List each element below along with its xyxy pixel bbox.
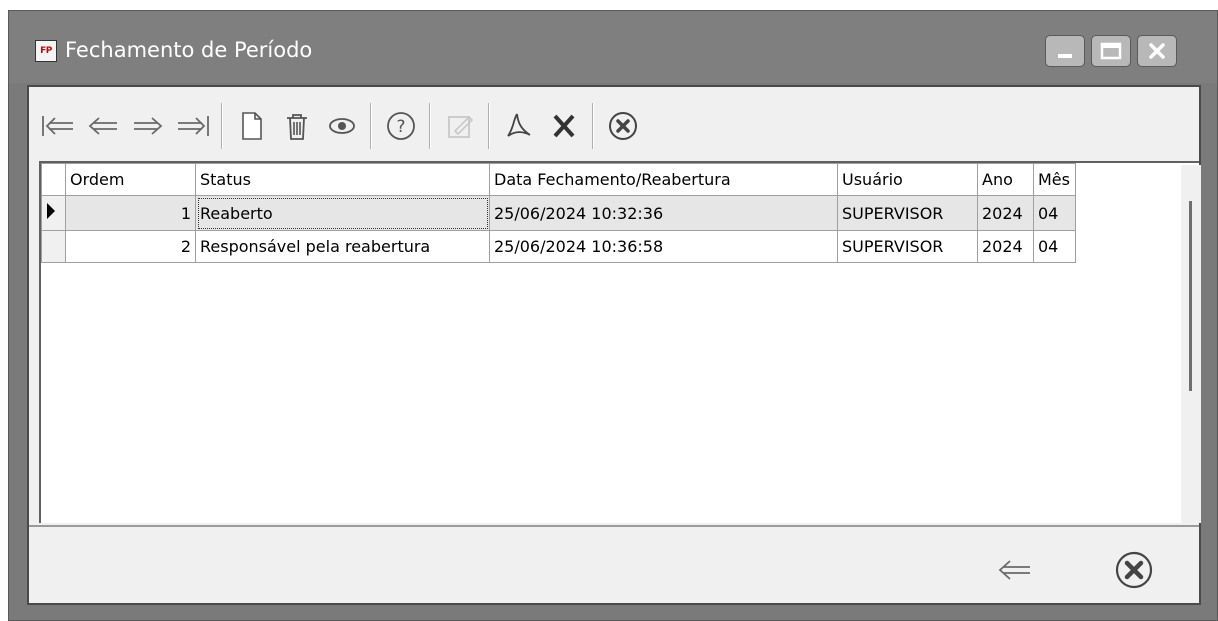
previous-icon xyxy=(88,117,117,135)
window: FP Fechamento de Período ? Ordem Status … xyxy=(8,10,1218,621)
pdf-icon xyxy=(506,113,531,137)
cell-mes[interactable]: 04 xyxy=(1033,195,1076,231)
last-icon xyxy=(177,116,209,136)
cell-data[interactable]: 25/06/2024 10:36:58 xyxy=(489,230,838,263)
records-table: Ordem Status Data Fechamento/Reabertura … xyxy=(41,163,1076,263)
footer-divider xyxy=(29,525,1199,527)
excel-export-button[interactable] xyxy=(541,97,586,155)
previous-record-button[interactable] xyxy=(80,97,125,155)
header-usuario[interactable]: Usuário xyxy=(837,163,978,196)
view-button[interactable] xyxy=(319,97,364,155)
next-record-button[interactable] xyxy=(125,97,170,155)
pdf-export-button[interactable] xyxy=(496,97,541,155)
delete-button[interactable] xyxy=(274,97,319,155)
close-circle-icon xyxy=(608,112,637,140)
title-bar[interactable]: FP Fechamento de Período xyxy=(9,11,1217,83)
maximize-button[interactable] xyxy=(1091,35,1131,67)
cell-ano[interactable]: 2024 xyxy=(977,195,1034,231)
cell-ordem[interactable]: 1 xyxy=(65,195,196,231)
row-indicator xyxy=(41,195,66,231)
minimize-icon xyxy=(1058,54,1072,58)
header-status[interactable]: Status xyxy=(195,163,490,196)
close-circle-icon xyxy=(1115,551,1153,589)
header-ano[interactable]: Ano xyxy=(977,163,1034,196)
table-row[interactable]: 1 Reaberto 25/06/2024 10:32:36 SUPERVISO… xyxy=(41,195,1076,231)
cell-usuario[interactable]: SUPERVISOR xyxy=(837,230,978,263)
delete-icon xyxy=(286,114,307,140)
cell-usuario[interactable]: SUPERVISOR xyxy=(837,195,978,231)
vertical-scrollbar[interactable] xyxy=(1181,165,1201,523)
cell-status[interactable]: Responsável pela reabertura xyxy=(195,230,490,263)
new-document-icon xyxy=(241,112,262,140)
first-icon xyxy=(41,116,73,136)
help-button[interactable]: ? xyxy=(378,97,423,155)
close-button[interactable] xyxy=(1137,35,1177,67)
last-record-button[interactable] xyxy=(170,97,215,155)
toolbar-separator xyxy=(221,103,223,149)
table-header-row: Ordem Status Data Fechamento/Reabertura … xyxy=(41,163,1076,196)
table-row[interactable]: 2 Responsável pela reabertura 25/06/2024… xyxy=(41,230,1076,263)
data-grid[interactable]: Ordem Status Data Fechamento/Reabertura … xyxy=(39,161,1201,523)
toolbar-separator xyxy=(370,103,372,149)
exit-button[interactable] xyxy=(1109,547,1159,593)
indicator-header xyxy=(41,163,66,196)
svg-text:?: ? xyxy=(396,117,405,137)
edit-icon xyxy=(447,115,473,138)
first-record-button[interactable] xyxy=(35,97,80,155)
header-data[interactable]: Data Fechamento/Reabertura xyxy=(489,163,838,196)
client-area: ? Ordem Status Data Fechamento/Reabertur… xyxy=(27,85,1201,605)
view-icon xyxy=(328,118,355,134)
help-icon: ? xyxy=(386,112,415,140)
back-button[interactable] xyxy=(989,547,1039,593)
cell-data[interactable]: 25/06/2024 10:32:36 xyxy=(489,195,838,231)
edit-button[interactable] xyxy=(437,97,482,155)
close-icon xyxy=(1149,43,1165,59)
scrollbar-thumb[interactable] xyxy=(1189,201,1192,391)
excel-icon xyxy=(553,114,574,138)
window-title: Fechamento de Período xyxy=(65,38,313,62)
toolbar-separator xyxy=(592,103,594,149)
header-ordem[interactable]: Ordem xyxy=(65,163,196,196)
header-mes[interactable]: Mês xyxy=(1033,163,1076,196)
row-indicator xyxy=(41,230,66,263)
cell-status[interactable]: Reaberto xyxy=(195,195,490,231)
toolbar-separator xyxy=(488,103,490,149)
new-button[interactable] xyxy=(229,97,274,155)
maximize-icon xyxy=(1100,42,1122,60)
back-arrow-icon xyxy=(998,560,1030,580)
cell-ano[interactable]: 2024 xyxy=(977,230,1034,263)
close-form-button[interactable] xyxy=(600,97,645,155)
cell-ordem[interactable]: 2 xyxy=(65,230,196,263)
toolbar: ? xyxy=(35,95,1195,157)
toolbar-separator xyxy=(429,103,431,149)
cell-mes[interactable]: 04 xyxy=(1033,230,1076,263)
current-row-arrow-icon xyxy=(47,203,55,219)
minimize-button[interactable] xyxy=(1045,35,1085,67)
app-icon: FP xyxy=(35,40,57,62)
next-icon xyxy=(133,117,162,135)
